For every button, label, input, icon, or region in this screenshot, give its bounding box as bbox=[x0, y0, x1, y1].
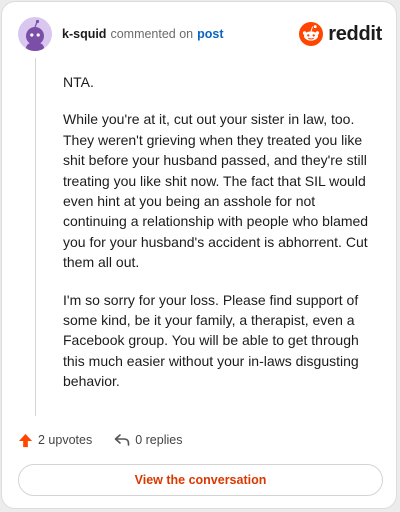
reddit-snoo-icon bbox=[299, 22, 324, 46]
comment-body: NTA. While you're at it, cut out your si… bbox=[63, 72, 381, 409]
snoo-avatar-icon bbox=[26, 19, 44, 51]
upvote-button[interactable]: 2 upvotes bbox=[18, 433, 92, 448]
reply-arrow-icon bbox=[114, 434, 130, 446]
reply-button[interactable]: 0 replies bbox=[114, 433, 182, 447]
comment-paragraph: NTA. bbox=[63, 74, 94, 90]
comment-meta: k-squid commented on post bbox=[62, 27, 224, 41]
comment-card: k-squid commented on post reddit NTA. Wh… bbox=[1, 1, 397, 509]
reddit-logo[interactable]: reddit bbox=[299, 22, 382, 46]
logo-text: reddit bbox=[328, 22, 382, 45]
action-text: commented on bbox=[110, 27, 194, 41]
thread-line bbox=[35, 58, 36, 416]
upvote-count: 2 upvotes bbox=[38, 433, 93, 447]
comment-header: k-squid commented on post reddit bbox=[18, 16, 382, 52]
post-link[interactable]: post bbox=[197, 27, 223, 41]
avatar[interactable] bbox=[18, 17, 52, 51]
view-conversation-button[interactable]: View the conversation bbox=[18, 464, 383, 496]
reply-count: 0 replies bbox=[135, 433, 183, 447]
comment-actions: 2 upvotes 0 replies bbox=[18, 430, 182, 450]
upvote-arrow-icon bbox=[18, 433, 33, 447]
username[interactable]: k-squid bbox=[62, 27, 106, 41]
comment-paragraph: I'm so sorry for your loss. Please find … bbox=[63, 291, 359, 390]
comment-paragraph: While you're at it, cut out your sister … bbox=[63, 111, 369, 271]
